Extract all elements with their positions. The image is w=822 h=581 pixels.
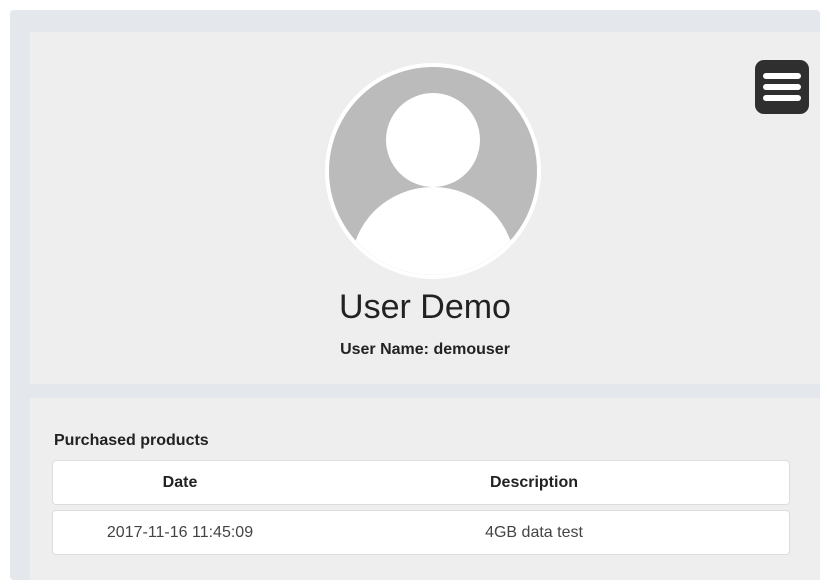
profile-card: User Demo User Name: demouser (30, 32, 820, 384)
menu-button[interactable] (755, 60, 809, 114)
hamburger-menu-bar (763, 84, 801, 90)
table-row[interactable]: 2017-11-16 11:45:09 4GB data test (52, 510, 790, 555)
hamburger-menu-bar (763, 95, 801, 101)
hamburger-menu-icon (763, 73, 801, 79)
cell-description: 4GB data test (485, 524, 583, 541)
username-label: User Name: demouser (340, 341, 510, 358)
user-avatar-icon (325, 63, 541, 279)
page-container: User Demo User Name: demouser Purchased … (10, 10, 820, 580)
column-header-date: Date (162, 474, 198, 491)
user-full-name: User Demo (339, 288, 511, 326)
purchased-products-title: Purchased products (54, 432, 209, 449)
purchased-products-card: Purchased products Date Description 2017… (30, 398, 820, 580)
column-header-description: Description (489, 474, 578, 491)
products-table-header: Date Description (52, 460, 790, 505)
cell-date: 2017-11-16 11:45:09 (106, 524, 254, 541)
